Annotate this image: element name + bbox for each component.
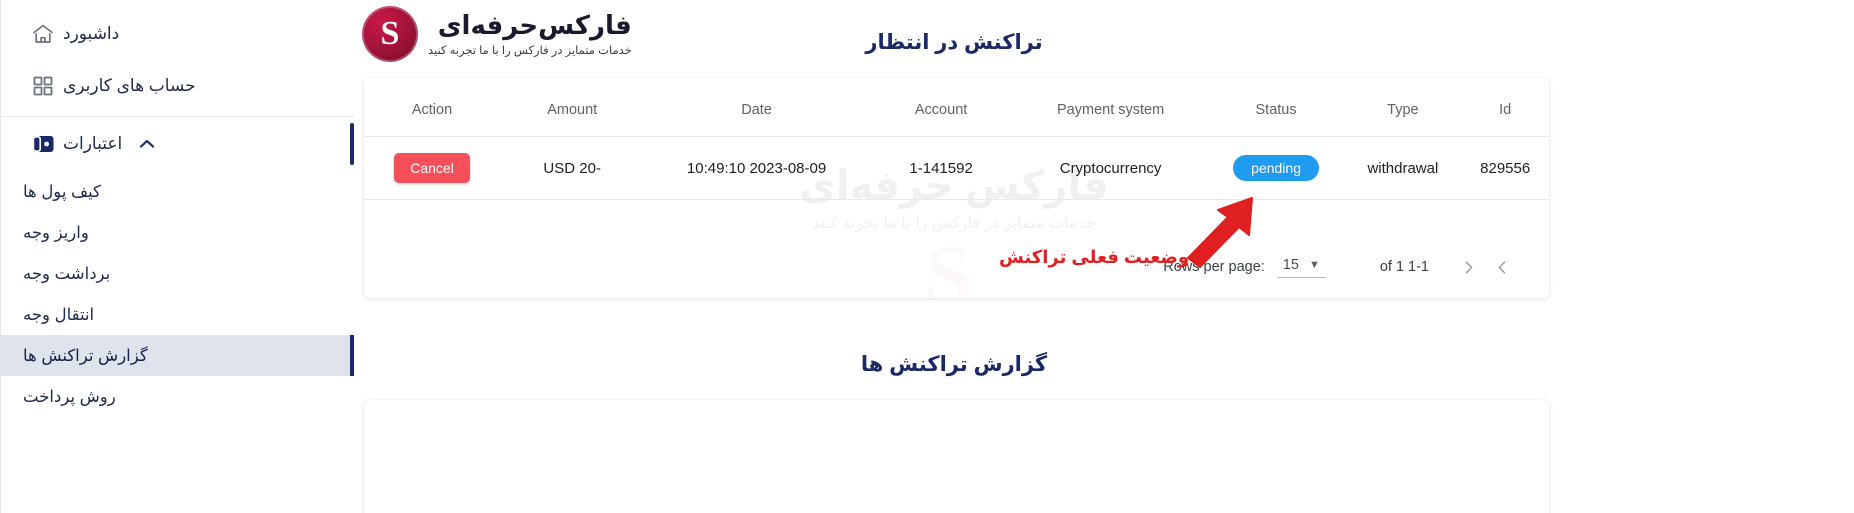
annotation-text: وضعیت فعلی تراکنش [999,247,1190,267]
sidebar-sub-label: کیف پول ها [23,182,101,201]
cell-status: pending [1207,136,1345,200]
cell-payment-system: Cryptocurrency [1013,136,1208,200]
section-title-transactions-report: گزارش تراکنش ها [860,353,1048,376]
app-root: داشبورد حساب های کاربری اعتبارات کیف پول… [0,0,1854,513]
cell-date: 10:49:10 2023-08-09 [644,136,869,200]
cell-action: Cancel [364,136,501,200]
cell-id: 829556 [1461,136,1549,200]
main-content: فارکس‌حرفه‌ای خدمات متمایز در فارکس را ب… [354,0,1854,513]
wallet-icon [23,131,63,157]
table-head: Action Amount Date Account Payment syste… [364,78,1549,137]
column-header-date: Date [644,78,869,137]
pagination-range: of 1 1-1 [1379,259,1429,275]
status-badge: pending [1233,155,1319,181]
rows-per-page-select[interactable]: ▼ 15 [1276,256,1326,278]
watermark-subtitle: خدمات متمایز در فارکس را با ما تجربه کنی… [812,215,1096,232]
table-row: Cancel USD 20- 10:49:10 2023-08-09 1-141… [364,136,1549,200]
sidebar-group-credits[interactable]: اعتبارات [1,117,354,171]
pagination: of 1 1-1 ▼ 15 :Rows per page [364,250,1549,284]
sidebar-sub-label: برداشت وجه [23,264,111,283]
chevron-right-icon[interactable] [1451,250,1485,284]
sidebar-group-label: اعتبارات [63,134,123,153]
sidebar-item-transactions-report[interactable]: گزارش تراکنش ها [1,335,354,376]
sidebar-item-payment-method[interactable]: روش پرداخت [1,376,354,417]
sidebar-item-wallets[interactable]: کیف پول ها [1,171,354,212]
rows-per-page-value: 15 [1282,256,1299,273]
table-body: Cancel USD 20- 10:49:10 2023-08-09 1-141… [364,136,1549,200]
column-header-payment-system: Payment system [1013,78,1208,137]
cell-account: 1-141592 [868,136,1014,200]
caret-down-icon: ▼ [1308,258,1320,271]
home-icon [23,22,63,46]
grid-icon [23,74,63,98]
pending-transactions-card: فارکس حرفه‌ای خدمات متمایز در فارکس را ب… [364,78,1549,298]
sidebar-item-label: داشبورد [63,24,120,43]
pending-transactions-table: Action Amount Date Account Payment syste… [364,78,1549,200]
column-header-amount: Amount [500,78,645,137]
sidebar-item-deposit[interactable]: واریز وجه [1,212,354,253]
column-header-action: Action [364,78,501,137]
page-title: تراکنش در انتظار [865,31,1043,54]
sidebar-item-withdraw[interactable]: برداشت وجه [1,253,354,294]
sidebar-item-label: حساب های کاربری [63,76,196,95]
transactions-report-card [364,400,1549,513]
chevron-up-icon[interactable] [136,133,158,155]
sidebar: داشبورد حساب های کاربری اعتبارات کیف پول… [0,0,354,513]
sidebar-sub-label: گزارش تراکنش ها [23,346,148,365]
table-header-row: Action Amount Date Account Payment syste… [364,78,1549,137]
sidebar-sub-label: انتقال وجه [23,305,95,324]
active-indicator [350,123,354,165]
cancel-button[interactable]: Cancel [394,153,470,183]
sidebar-sub-label: واریز وجه [23,223,89,242]
cell-type: withdrawal [1344,136,1462,200]
cell-amount: USD 20- [500,136,645,200]
sidebar-item-user-accounts[interactable]: حساب های کاربری [1,60,354,112]
column-header-type: Type [1344,78,1462,137]
column-header-id: Id [1461,78,1549,137]
chevron-left-icon[interactable] [1485,250,1519,284]
sidebar-sub-label: روش پرداخت [23,387,116,406]
sidebar-item-transfer[interactable]: انتقال وجه [1,294,354,335]
column-header-account: Account [868,78,1014,137]
active-indicator [350,335,354,376]
column-header-status: Status [1207,78,1345,137]
sidebar-item-dashboard[interactable]: داشبورد [1,8,354,60]
